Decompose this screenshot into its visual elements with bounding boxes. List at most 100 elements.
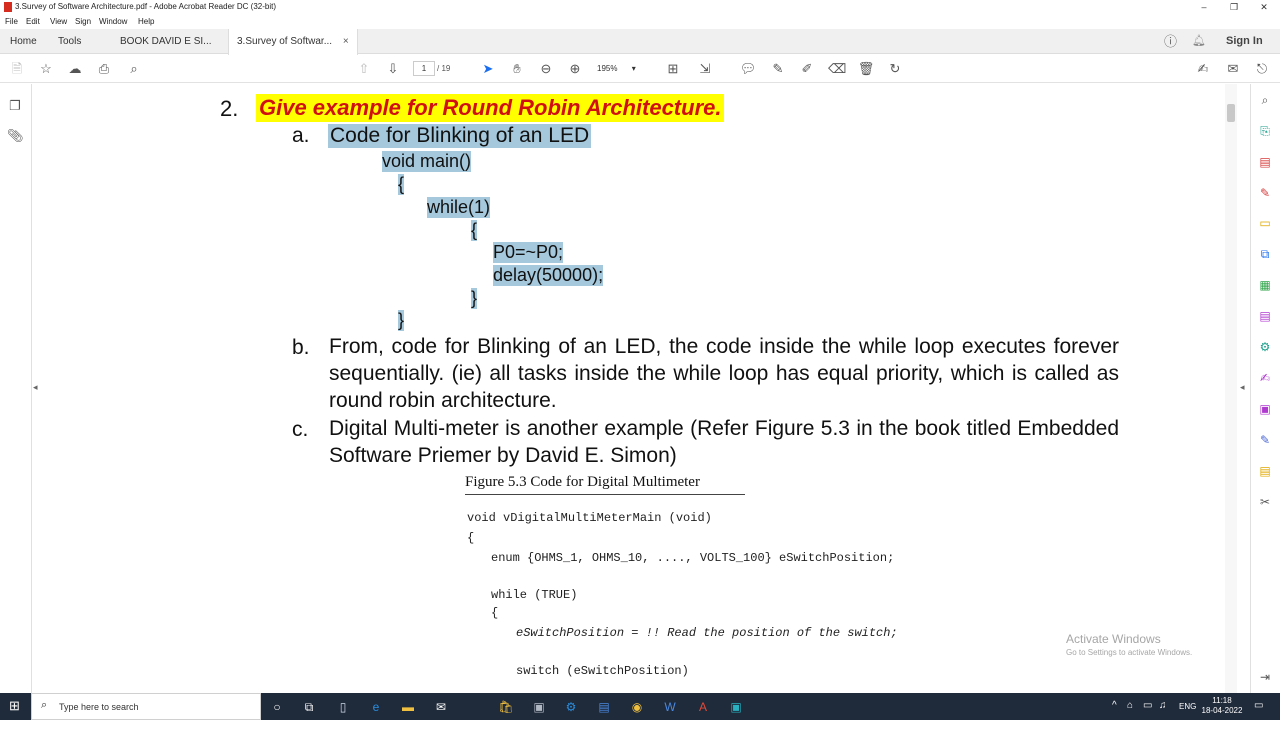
send-for-comments-icon[interactable]: ✎ [1257, 432, 1273, 448]
item-a-marker: a. [292, 124, 310, 147]
comment-icon[interactable]: 💬︎ [739, 60, 757, 78]
menu-window[interactable]: Window [99, 17, 127, 26]
heading-number: 2. [220, 96, 239, 121]
code-line: P0=~P0; [493, 242, 564, 263]
system-clock[interactable]: 11:18 18-04-2022 [1200, 696, 1244, 723]
word-document-icon[interactable]: W [661, 698, 679, 716]
menu-sign[interactable]: Sign [75, 17, 91, 26]
print-icon[interactable]: ⎙ [95, 60, 113, 78]
notepad-app-icon[interactable]: ▯ [334, 698, 352, 716]
next-page-icon[interactable]: ⇩ [384, 60, 402, 78]
highlight-pen-icon[interactable]: ✎ [769, 60, 787, 78]
terminal-app-icon[interactable]: ▣ [727, 698, 745, 716]
right-tools-panel: ⌕ ⎘ ▤ ✎ ▭ ⧉ ▦ ▤ ⚙ ✍︎ ▣ ✎ ▤ ✂ ⇥ [1250, 84, 1280, 693]
watermark-line1: Activate Windows [1066, 632, 1161, 646]
mail-app-icon[interactable]: ✉ [432, 698, 450, 716]
task-view-icon[interactable]: ⧉ [300, 698, 318, 716]
previous-page-icon[interactable]: ⇧ [355, 60, 373, 78]
zoom-select[interactable]: 195% ▾ [597, 61, 645, 76]
item-a-title: Code for Blinking of an LED [328, 124, 592, 148]
comment-tool-icon[interactable]: ▭ [1257, 215, 1273, 231]
scrollbar-thumb[interactable] [1227, 104, 1235, 122]
tab-book-david[interactable]: BOOK DAVID E SI... [112, 29, 220, 54]
bookmark-star-icon[interactable]: ☆ [37, 60, 55, 78]
hand-tool-icon[interactable]: ✋︎ [508, 60, 526, 78]
tray-chevron-up-icon[interactable]: ^ [1112, 700, 1117, 727]
edge-browser-icon[interactable]: e [367, 698, 385, 716]
zoom-search-icon[interactable]: ⌕ [1257, 92, 1273, 108]
file-explorer-icon[interactable]: ▬ [399, 698, 417, 716]
request-signature-icon[interactable]: ▤ [1257, 308, 1273, 324]
windows-taskbar: ⊞ ⌕ Type here to search ○ ⧉ ▯ e ▬ ✉ 🛍︎ ▣… [0, 693, 1280, 720]
tab-close-icon[interactable]: × [343, 36, 349, 47]
notification-center-icon[interactable]: ▭ [1254, 700, 1263, 727]
caption-rule [465, 494, 745, 495]
mail-icon[interactable]: ✉ [1224, 60, 1242, 78]
volume-icon[interactable]: ♫ [1159, 700, 1167, 727]
minimize-button[interactable]: – [1189, 0, 1219, 14]
fill-sign-icon[interactable]: ✍︎ [1194, 60, 1212, 78]
help-icon[interactable]: ⓘ [1164, 29, 1177, 54]
menu-file[interactable]: File [5, 17, 18, 26]
chrome-browser-icon[interactable]: ◉ [628, 698, 646, 716]
scroll-mode-icon[interactable]: ⇲ [696, 60, 714, 78]
erase-icon[interactable]: ⌫ [828, 60, 846, 78]
scan-ocr-icon[interactable]: ▤ [1257, 463, 1273, 479]
code-line: } [471, 288, 478, 309]
share-icon[interactable]: ⎋ [1253, 60, 1271, 78]
code-line: { [398, 174, 405, 195]
organize-pages-icon[interactable]: ▦ [1257, 277, 1273, 293]
menu-view[interactable]: View [50, 17, 67, 26]
delete-icon[interactable]: 🗑︎ [857, 60, 875, 78]
tab-tools[interactable]: Tools [50, 29, 89, 54]
taskbar-search-box[interactable]: ⌕ Type here to search [31, 693, 261, 720]
combine-files-icon[interactable]: ⧉ [1257, 246, 1273, 262]
zoom-in-icon[interactable]: ⊕ [566, 60, 584, 78]
page-number-input[interactable]: 1 [413, 61, 435, 76]
figure-code-line: switch (eSwitchPosition) [516, 664, 689, 678]
save-icon[interactable]: 🗎︎ [8, 60, 26, 78]
select-cursor-icon[interactable]: ➤ [479, 60, 497, 78]
language-indicator[interactable]: ENG [1179, 702, 1196, 729]
menu-edit[interactable]: Edit [26, 17, 40, 26]
tab-home[interactable]: Home [2, 29, 45, 54]
upload-cloud-icon[interactable]: ☁ [66, 60, 84, 78]
edit-pdf-icon[interactable]: ✎ [1257, 185, 1273, 201]
attachment-icon[interactable]: 📎︎ [7, 128, 24, 144]
clock-time: 11:18 [1212, 696, 1232, 705]
tab-survey-document[interactable]: 3.Survey of Softwar... × [228, 29, 358, 55]
store-icon[interactable]: 🛍︎ [497, 698, 515, 716]
page-heading: Give example for Round Robin Architectur… [256, 94, 725, 122]
windows-start-icon[interactable]: ⊞ [9, 699, 23, 713]
protect-icon[interactable]: ▣ [1257, 401, 1273, 417]
code-line: delay(50000); [493, 265, 604, 286]
battery-icon[interactable]: ▭ [1143, 700, 1152, 727]
export-pdf-icon[interactable]: ⎘ [1257, 123, 1273, 139]
compress-pdf-icon[interactable]: ⚙ [1257, 339, 1273, 355]
sign-in-link[interactable]: Sign In [1226, 29, 1263, 54]
close-window-button[interactable]: ✕ [1249, 0, 1279, 14]
more-tools-icon[interactable]: ✂ [1257, 494, 1273, 510]
fill-sign-tool-icon[interactable]: ✍︎ [1257, 370, 1273, 386]
cortana-icon[interactable]: ○ [268, 698, 286, 716]
expand-left-panel-icon[interactable]: ◂ [33, 382, 38, 393]
maximize-button[interactable]: ❐ [1219, 0, 1249, 14]
acrobat-taskbar-icon[interactable]: A [694, 698, 712, 716]
word-app-icon[interactable]: ▤ [595, 698, 613, 716]
expand-right-panel-icon[interactable]: ◂ [1240, 382, 1245, 393]
vertical-scrollbar[interactable] [1225, 84, 1237, 693]
draw-icon[interactable]: ✐ [798, 60, 816, 78]
panel-collapse-icon[interactable]: ⇥ [1257, 669, 1273, 685]
search-icon[interactable]: ⌕ [125, 60, 143, 78]
menu-help[interactable]: Help [138, 17, 154, 26]
app-icon[interactable]: ▣ [530, 698, 548, 716]
page-thumbnails-icon[interactable]: ❐ [7, 98, 23, 114]
settings-app-icon[interactable]: ⚙ [562, 698, 580, 716]
create-pdf-icon[interactable]: ▤ [1257, 154, 1273, 170]
notification-bell-icon[interactable]: 🔔︎ [1192, 29, 1206, 54]
rotate-icon[interactable]: ↻ [886, 60, 904, 78]
network-icon[interactable]: ⌂ [1127, 700, 1133, 727]
page-fit-icon[interactable]: ⊞ [664, 60, 682, 78]
item-c-marker: c. [292, 418, 309, 441]
zoom-out-icon[interactable]: ⊖ [537, 60, 555, 78]
